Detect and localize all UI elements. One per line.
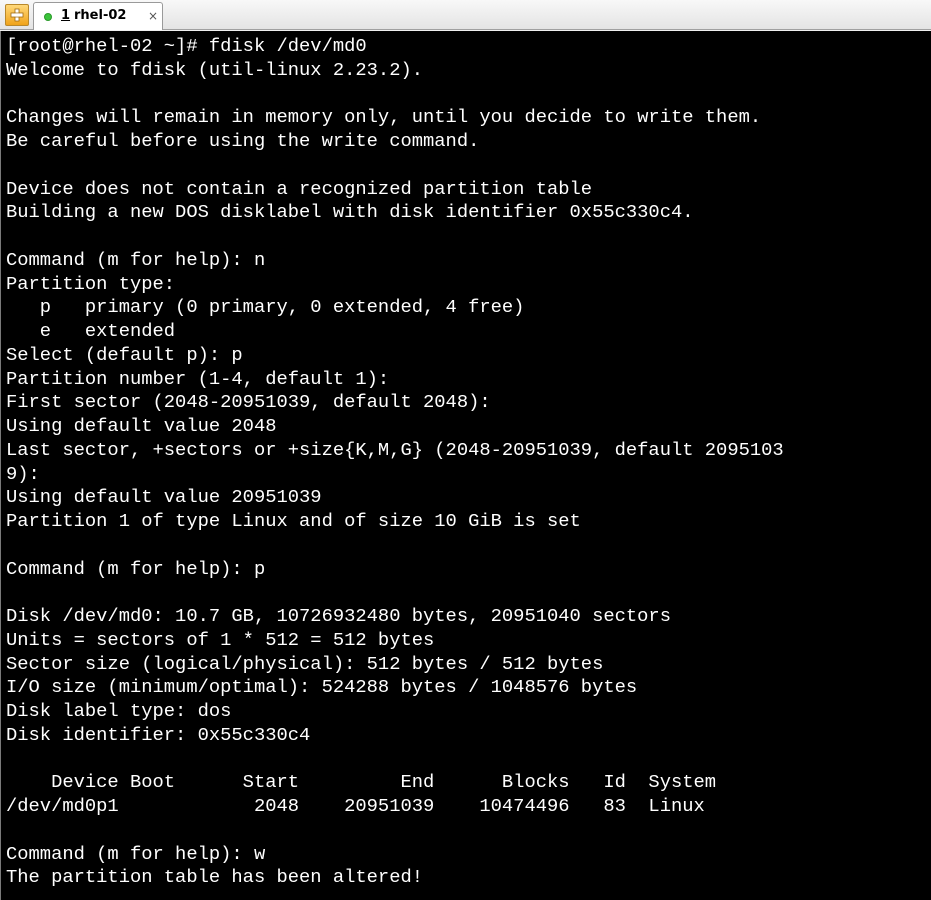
- terminal-line: Partition number (1-4, default 1):: [6, 367, 390, 390]
- terminal-line: e extended: [6, 320, 176, 342]
- terminal-line: Using default value 20951039: [6, 486, 322, 509]
- tab-number: 1: [61, 8, 71, 23]
- terminal-output: [root@rhel-02 ~]# fdisk /dev/md0 Welcome …: [1, 31, 931, 890]
- terminal-line: Device Boot Start End Blocks Id System: [6, 771, 717, 794]
- terminal-line: Partition 1 of type Linux and of size 10…: [6, 510, 581, 532]
- terminal-line: 9):: [6, 462, 40, 485]
- terminal-line: p primary (0 primary, 0 extended, 4 free…: [6, 296, 525, 319]
- tab-bar: 1 rhel-02 ×: [0, 0, 931, 30]
- terminal-line: Last sector, +sectors or +size{K,M,G} (2…: [6, 438, 784, 461]
- plus-icon: [10, 8, 24, 22]
- terminal-line: Disk /dev/md0: 10.7 GB, 10726932480 byte…: [6, 605, 671, 627]
- terminal-line: Command (m for help): p: [6, 557, 266, 580]
- terminal-window: 1 rhel-02 × [root@rhel-02 ~]# fdisk /dev…: [0, 0, 931, 900]
- status-dot-icon: [44, 13, 52, 21]
- terminal-line: Units = sectors of 1 * 512 = 512 bytes: [6, 628, 435, 651]
- terminal-line: I/O size (minimum/optimal): 524288 bytes…: [6, 676, 638, 699]
- terminal-line: Partition type:: [6, 272, 176, 295]
- tab-title: rhel-02: [74, 8, 127, 23]
- terminal-line: [root@rhel-02 ~]# fdisk /dev/md0: [6, 35, 367, 57]
- close-icon[interactable]: ×: [148, 9, 158, 23]
- tab-rhel-02[interactable]: 1 rhel-02 ×: [33, 2, 163, 30]
- terminal-line: Disk identifier: 0x55c330c4: [6, 723, 311, 746]
- terminal-line: /dev/md0p1 2048 20951039 10474496 83 Lin…: [6, 795, 705, 817]
- terminal-pane[interactable]: [root@rhel-02 ~]# fdisk /dev/md0 Welcome …: [0, 31, 931, 900]
- terminal-line: The partition table has been altered!: [6, 866, 424, 889]
- terminal-line: Command (m for help): n: [6, 248, 266, 271]
- new-tab-button[interactable]: [5, 4, 29, 26]
- terminal-line: First sector (2048-20951039, default 204…: [6, 391, 491, 414]
- terminal-line: Changes will remain in memory only, unti…: [6, 106, 762, 129]
- terminal-line: Command (m for help): w: [6, 842, 266, 865]
- terminal-line: Device does not contain a recognized par…: [6, 177, 593, 200]
- terminal-line: Be careful before using the write comman…: [6, 130, 480, 152]
- terminal-line: Using default value 2048: [6, 415, 277, 437]
- terminal-line: Disk label type: dos: [6, 700, 232, 722]
- terminal-line: Sector size (logical/physical): 512 byte…: [6, 652, 604, 675]
- terminal-line: Welcome to fdisk (util-linux 2.23.2).: [6, 58, 424, 81]
- terminal-line: Building a new DOS disklabel with disk i…: [6, 201, 694, 224]
- terminal-line: Select (default p): p: [6, 343, 243, 366]
